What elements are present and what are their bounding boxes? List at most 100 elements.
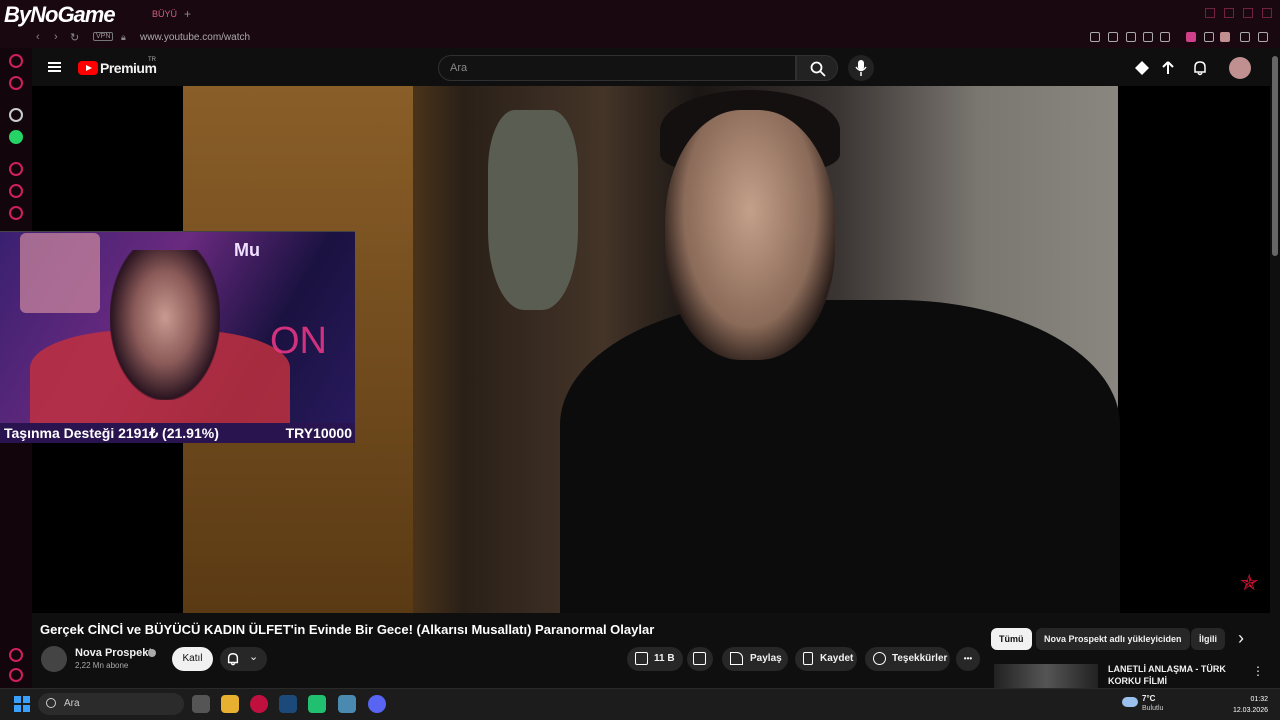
weather-desc[interactable]: Bulutlu <box>1142 705 1163 712</box>
app-icon[interactable] <box>308 695 326 713</box>
thumbs-down-icon <box>693 652 706 665</box>
download-icon[interactable] <box>9 184 23 198</box>
task-view-icon[interactable] <box>192 695 210 713</box>
like-button[interactable]: 11 B <box>627 647 683 671</box>
page-scrollbar[interactable] <box>1272 56 1278 256</box>
account-avatar[interactable] <box>1229 57 1251 79</box>
profile-icon[interactable] <box>1220 32 1230 42</box>
thanks-label: Teşekkürler <box>892 653 948 664</box>
restore-icon[interactable] <box>1224 8 1234 18</box>
taskbar-search-input[interactable]: Ara <box>38 693 184 715</box>
video-scene-person-body <box>560 300 1120 613</box>
chips-next-icon[interactable]: › <box>1238 628 1244 649</box>
notifications-icon[interactable] <box>1192 60 1208 76</box>
weather-temp[interactable]: 7°C <box>1142 694 1155 703</box>
more-actions-button[interactable]: ••• <box>956 647 980 671</box>
region-label: TR <box>148 57 156 63</box>
dislike-button[interactable] <box>687 647 713 671</box>
super-thanks-icon <box>873 652 886 665</box>
extension-icon[interactable] <box>1186 32 1196 42</box>
pentagram-icon: ✯ <box>1240 570 1259 595</box>
channel-avatar[interactable] <box>41 646 67 672</box>
more-icon[interactable] <box>9 648 23 662</box>
video-scene-person-face <box>665 110 835 360</box>
upload-icon[interactable] <box>1160 60 1176 76</box>
chatgpt-icon[interactable] <box>9 108 23 122</box>
vpn-badge[interactable]: VPN <box>93 32 114 41</box>
windows-start-icon[interactable] <box>14 696 30 712</box>
clock-icon[interactable] <box>9 162 23 176</box>
thumbs-up-icon <box>635 652 648 665</box>
browser-tab[interactable]: BÜYÜ <box>152 9 177 19</box>
streamer-avatar <box>20 233 100 313</box>
youtube-logo-icon[interactable] <box>78 61 98 75</box>
minimize-icon[interactable] <box>1205 8 1215 18</box>
share-button[interactable]: Paylaş <box>722 647 788 671</box>
lock-icon: 🔒︎ <box>121 32 126 42</box>
file-explorer-icon[interactable] <box>221 695 239 713</box>
discord-icon[interactable] <box>368 695 386 713</box>
clock-time: 01:32 <box>1250 696 1268 703</box>
new-tab-button[interactable]: + <box>184 7 191 21</box>
clock-date: 12.03.2026 <box>1232 707 1268 714</box>
search-icon <box>46 698 56 708</box>
menu-icon[interactable] <box>1258 32 1268 42</box>
donation-goal-bar: Taşınma Desteği 2191₺ (21.91%) TRY10000 <box>0 423 355 443</box>
video-title: Gerçek CİNCİ ve BÜYÜCÜ KADIN ÜLFET'in Ev… <box>40 622 655 637</box>
microphone-icon <box>855 60 867 76</box>
opera-gx-icon[interactable] <box>250 695 268 713</box>
voice-search-button[interactable] <box>848 55 874 81</box>
steam-icon[interactable] <box>279 695 297 713</box>
settings-icon[interactable] <box>9 206 23 220</box>
game-icon[interactable] <box>9 76 23 90</box>
like-count: 11 B <box>654 653 675 664</box>
chip-related[interactable]: İlgili <box>1191 628 1225 650</box>
close-icon[interactable] <box>1262 8 1272 18</box>
bell-icon <box>227 653 239 666</box>
donation-label: Taşınma Desteği 2191₺ (21.91%) <box>4 425 219 441</box>
chevron-down-icon: ⌄ <box>249 651 259 663</box>
chip-from-uploader[interactable]: Nova Prospekt adlı yükleyiciden <box>1036 628 1190 650</box>
chip-all[interactable]: Tümü <box>991 628 1032 650</box>
browser-tab-bar <box>0 0 1280 28</box>
maximize-icon[interactable] <box>1243 8 1253 18</box>
cloud-icon[interactable] <box>1122 697 1138 707</box>
recommendation-title[interactable]: LANETLİ ANLAŞMA - TÜRK KORKU FİLMİ <box>1108 663 1238 687</box>
forward-icon[interactable]: › <box>54 31 58 43</box>
streamer-name: Mu <box>234 240 260 260</box>
save-button[interactable]: Kaydet <box>795 647 857 671</box>
join-button[interactable]: Katıl <box>172 647 213 671</box>
shield-icon[interactable] <box>1126 32 1136 42</box>
more-icon[interactable] <box>9 668 23 682</box>
thanks-button[interactable]: Teşekkürler <box>865 647 950 671</box>
recommendation-menu-icon[interactable]: ⋮ <box>1252 664 1264 678</box>
recommendation-thumbnail[interactable] <box>994 664 1098 688</box>
app-icon[interactable] <box>338 695 356 713</box>
hamburger-menu-icon[interactable] <box>48 62 61 64</box>
puzzle-icon[interactable] <box>1204 32 1214 42</box>
bookmark-icon[interactable] <box>1090 32 1100 42</box>
history-icon[interactable] <box>9 54 23 68</box>
search-button[interactable] <box>796 55 838 81</box>
channel-name[interactable]: Nova Prospekt <box>75 647 152 659</box>
search-placeholder: Ara <box>450 62 468 74</box>
play-icon[interactable] <box>1143 32 1153 42</box>
url-field[interactable]: www.youtube.com/watch <box>140 32 250 43</box>
whatsapp-icon[interactable] <box>9 130 23 144</box>
donation-goal: TRY10000 <box>285 425 352 441</box>
search-icon <box>810 61 826 77</box>
create-icon[interactable] <box>1134 60 1150 76</box>
subscriber-count: 2,22 Mn abone <box>75 661 129 670</box>
reload-icon[interactable]: ↻ <box>70 31 79 44</box>
taskbar-clock[interactable]: 01:32 12.03.2026 <box>1226 694 1268 716</box>
video-scene-bag <box>488 110 578 310</box>
subscription-bell-button[interactable]: ⌄ <box>220 647 267 671</box>
download-icon[interactable] <box>1240 32 1250 42</box>
snapshot-icon[interactable] <box>1108 32 1118 42</box>
share-icon <box>730 652 743 665</box>
back-icon[interactable]: ‹ <box>36 31 40 43</box>
heart-icon[interactable] <box>1160 32 1170 42</box>
bookmark-icon <box>803 652 813 665</box>
search-input[interactable]: Ara <box>438 55 796 81</box>
browser-logo: ByNoGame <box>4 2 116 27</box>
